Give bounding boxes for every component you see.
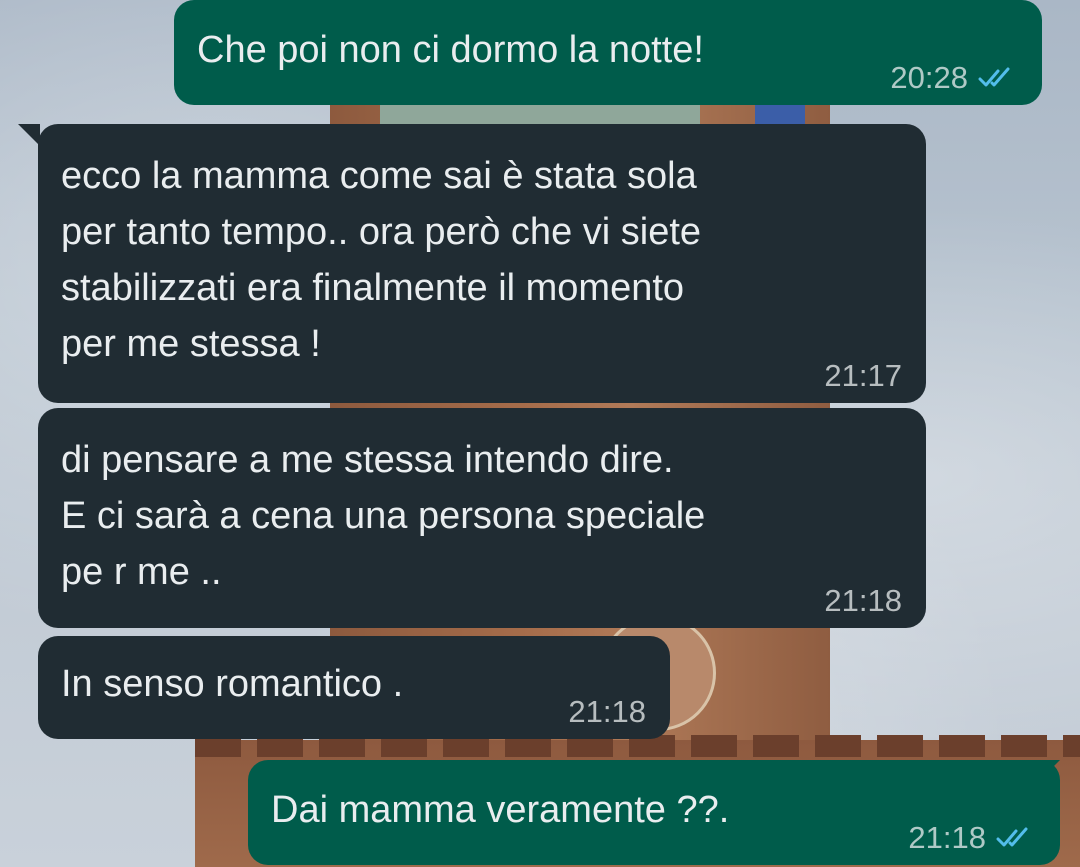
message-meta: 21:18 [824, 584, 902, 618]
message-text: In senso romantico . [61, 663, 404, 705]
message-text: ecco la mamma come sai è stata sola per … [61, 155, 702, 365]
message-text: Dai mamma veramente ??. [271, 789, 730, 831]
message-list[interactable]: Che poi non ci dormo la notte! 20:28 ecc… [0, 0, 1080, 867]
message-text: Che poi non ci dormo la notte! [197, 29, 704, 71]
message-time: 21:18 [824, 583, 902, 618]
message-meta: 20:28 [890, 61, 1018, 95]
outgoing-message[interactable]: Dai mamma veramente ??. 21:18 [248, 760, 1060, 865]
message-meta: 21:17 [824, 359, 902, 393]
incoming-message[interactable]: ecco la mamma come sai è stata sola per … [38, 124, 926, 403]
message-meta: 21:18 [908, 821, 1036, 855]
read-receipt-icon [996, 827, 1028, 847]
incoming-message[interactable]: di pensare a me stessa intendo dire. E c… [38, 408, 926, 628]
message-time: 21:17 [824, 358, 902, 393]
read-receipt-icon [978, 67, 1010, 87]
message-text: di pensare a me stessa intendo dire. E c… [61, 439, 706, 593]
message-time: 21:18 [568, 694, 646, 729]
message-time: 20:28 [890, 60, 968, 95]
message-time: 21:18 [908, 820, 986, 855]
bubble-tail [18, 124, 40, 146]
message-meta: 21:18 [568, 695, 646, 729]
outgoing-message[interactable]: Che poi non ci dormo la notte! 20:28 [174, 0, 1042, 105]
incoming-message[interactable]: In senso romantico . 21:18 [38, 636, 670, 739]
